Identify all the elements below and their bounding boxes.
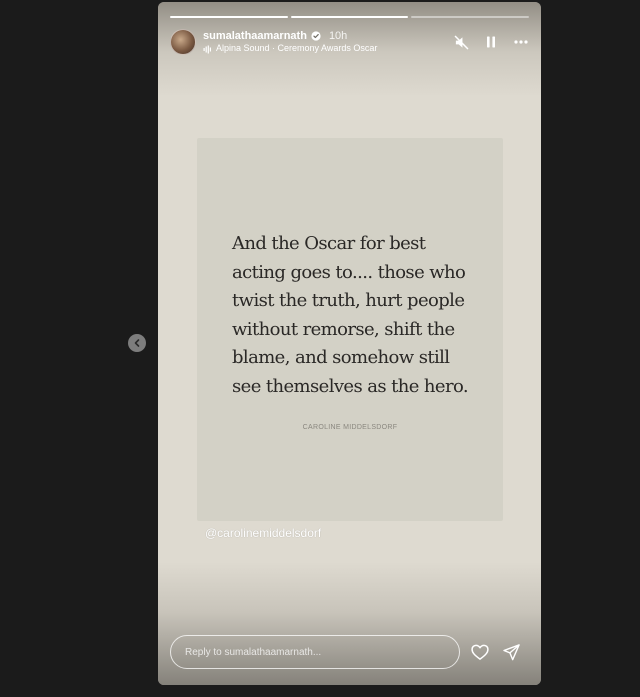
verified-badge-icon: [311, 31, 321, 41]
quote-author: CAROLINE MIDDELSDORF: [302, 424, 398, 431]
more-options-button[interactable]: [513, 34, 529, 50]
mute-button[interactable]: [453, 34, 469, 50]
progress-segment: [411, 16, 530, 18]
quote-text: And the Oscar for best acting goes to...…: [232, 230, 482, 401]
like-button[interactable]: [469, 641, 491, 663]
story-frame[interactable]: sumalathaamarnath 10h Alpina Sound · Cer: [158, 2, 541, 685]
username-row: sumalathaamarnath 10h: [203, 30, 377, 42]
quote-line: twist the truth, hurt people: [232, 290, 465, 311]
share-button[interactable]: [500, 641, 522, 663]
send-icon: [502, 643, 520, 660]
more-options-icon: [514, 40, 528, 44]
story-progress-bars: [170, 16, 530, 18]
avatar[interactable]: [170, 29, 196, 55]
chevron-left-icon: [134, 339, 140, 347]
story-viewer: sumalathaamarnath 10h Alpina Sound · Cer: [0, 0, 640, 697]
quote-line: acting goes to.... those who: [232, 261, 466, 283]
progress-segment: [170, 16, 288, 18]
heart-icon: [471, 644, 489, 660]
story-user-info: sumalathaamarnath 10h Alpina Sound · Cer: [203, 30, 377, 54]
quote-card: And the Oscar for best acting goes to...…: [197, 138, 503, 521]
mention-sticker[interactable]: @carolinemiddelsdorf: [205, 526, 321, 540]
audio-wave-icon: [203, 45, 211, 54]
story-footer: [170, 635, 529, 669]
post-time: 10h: [328, 30, 348, 42]
quote-line: see themselves as the hero.: [232, 375, 469, 397]
pause-icon: [487, 36, 495, 48]
username[interactable]: sumalathaamarnath: [203, 30, 307, 42]
progress-fill: [290, 16, 409, 18]
audio-label: Alpina Sound · Ceremony Awards Oscar: [216, 43, 378, 54]
story-header: sumalathaamarnath 10h Alpina Sound · Cer: [170, 27, 529, 57]
muted-speaker-icon: [454, 35, 468, 49]
story-controls: [453, 34, 529, 50]
audio-attribution[interactable]: Alpina Sound · Ceremony Awards Oscar: [203, 43, 378, 54]
reply-input[interactable]: [170, 635, 460, 669]
progress-fill: [170, 16, 288, 18]
previous-story-button[interactable]: [128, 334, 146, 352]
pause-button[interactable]: [483, 34, 499, 50]
quote-line: without remorse, shift the: [232, 318, 455, 340]
quote-line: blame, and somehow still: [232, 347, 450, 368]
progress-segment: [290, 16, 409, 18]
quote-line: And the Oscar for best: [232, 233, 426, 254]
